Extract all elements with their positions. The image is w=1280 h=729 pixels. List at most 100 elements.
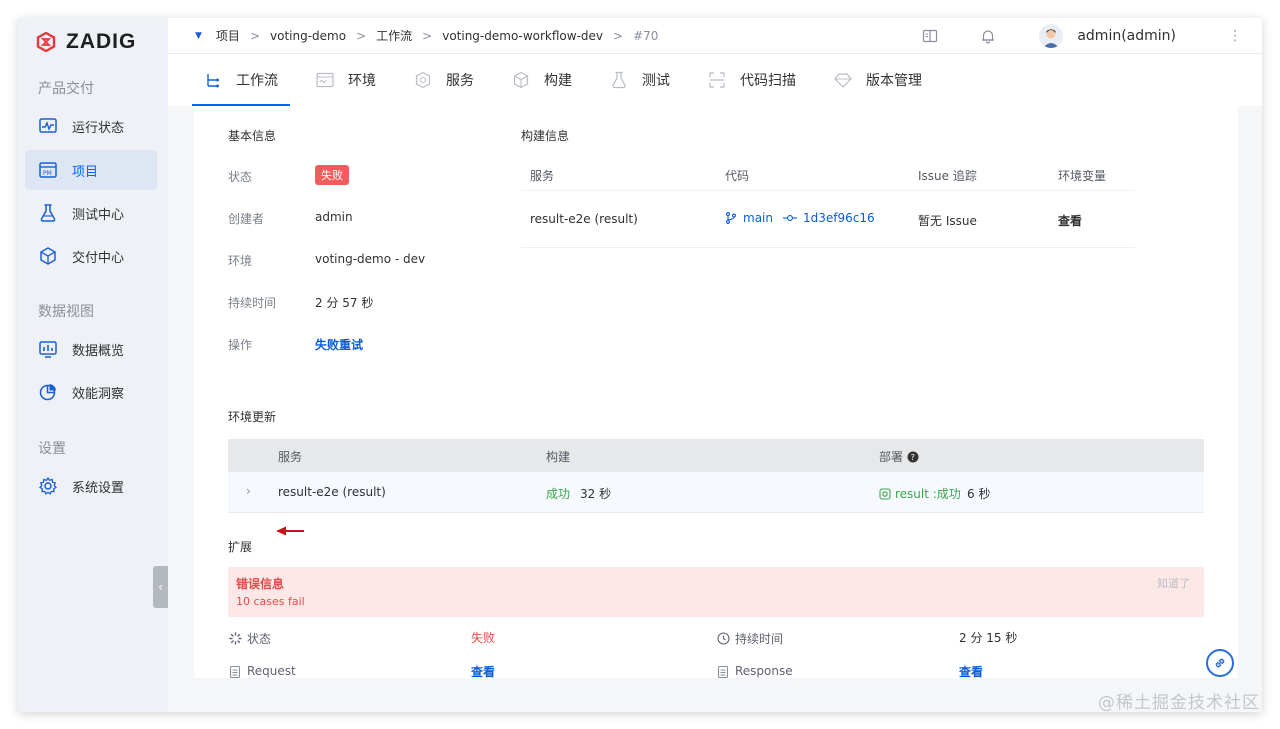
section-title-settings: 设置	[38, 441, 66, 457]
column-header-issue: Issue 追踪	[918, 169, 977, 183]
status-label: 状态	[228, 170, 253, 184]
flask-icon	[610, 71, 628, 89]
branch-link[interactable]: main	[743, 211, 773, 225]
issue-value: 暂无 Issue	[918, 214, 977, 228]
tab-label: 构建	[544, 73, 572, 89]
retry-failed-link[interactable]: 失败重试	[315, 336, 363, 353]
column-header-build: 构建	[546, 450, 571, 464]
ext-response-label: Response	[716, 664, 793, 678]
basic-info-title: 基本信息	[228, 129, 277, 143]
tab-workflow[interactable]: 工作流	[192, 54, 290, 106]
more-vertical-icon[interactable]: ⋮	[1228, 28, 1242, 44]
column-header-env-vars: 环境变量	[1058, 169, 1107, 183]
breadcrumb-item-workflow[interactable]: voting-demo-workflow-dev	[442, 29, 603, 43]
tab-code-scan[interactable]: 代码扫描	[708, 54, 796, 106]
code-ref: main 1d3ef96c16	[725, 211, 875, 225]
tab-version-management[interactable]: 版本管理	[834, 54, 922, 106]
commit-link[interactable]: 1d3ef96c16	[803, 211, 875, 225]
column-header-deploy: 部署 ?	[879, 448, 919, 465]
ext-status-value: 失败	[471, 631, 496, 645]
annotation-arrow-icon	[276, 526, 304, 536]
sidebar-item-label: 运行状态	[72, 120, 125, 136]
sidebar: ZADIG 产品交付 运行状态 PM 项目 测试中心 交付中心 数据视图 数据概…	[18, 18, 168, 712]
column-header-service: 服务	[530, 169, 555, 183]
sidebar-item-data-overview[interactable]: 数据概览	[25, 329, 157, 369]
section-title-delivery: 产品交付	[38, 81, 94, 97]
tab-test[interactable]: 测试	[610, 54, 670, 106]
diamond-icon	[834, 71, 852, 89]
environment-value: voting-demo - dev	[315, 252, 426, 266]
link-icon	[1215, 658, 1225, 668]
cube-icon	[512, 71, 530, 89]
breadcrumb-separator: >	[422, 28, 433, 43]
creator-label: 创建者	[228, 212, 265, 226]
avatar[interactable]	[1039, 24, 1064, 48]
tab-label: 服务	[446, 73, 474, 89]
sidebar-item-run-status[interactable]: 运行状态	[25, 106, 157, 146]
breadcrumb-item-project[interactable]: voting-demo	[270, 29, 346, 43]
breadcrumb-separator: >	[356, 28, 367, 43]
breadcrumb-item-projects[interactable]: 项目	[216, 27, 240, 44]
expand-row-chevron-icon[interactable]: ›	[246, 484, 251, 498]
ext-response-label-text: Response	[735, 664, 793, 678]
book-icon[interactable]	[921, 27, 939, 45]
breadcrumb-item-run: #70	[633, 28, 659, 43]
zadig-logo-icon	[36, 32, 56, 52]
env-service-name: result-e2e (result)	[278, 485, 386, 499]
view-response-link[interactable]: 查看	[959, 663, 983, 680]
tab-environment[interactable]: 环境	[316, 54, 376, 106]
ext-duration-label: 持续时间	[716, 630, 783, 647]
caret-down-icon[interactable]: ▼	[195, 31, 202, 41]
ext-duration-value: 2 分 15 秒	[959, 631, 1018, 645]
tab-label: 测试	[642, 73, 670, 89]
view-request-link[interactable]: 查看	[471, 663, 495, 680]
project-pm-icon: PM	[38, 160, 58, 180]
sidebar-item-label: 项目	[72, 164, 99, 180]
sidebar-item-projects[interactable]: PM 项目	[25, 150, 157, 190]
column-header-service: 服务	[278, 450, 303, 464]
user-name[interactable]: admin(admin)	[1077, 28, 1176, 44]
duration-label: 持续时间	[228, 296, 277, 310]
build-status: 成功	[546, 487, 571, 501]
sidebar-item-test-center[interactable]: 测试中心	[25, 193, 157, 233]
gear-icon	[38, 476, 58, 496]
tab-build[interactable]: 构建	[512, 54, 572, 106]
sidebar-collapse-handle[interactable]: ‹	[153, 566, 168, 608]
tab-bar: 工作流 环境 服务 构建 测试 代码扫描 版本管理	[168, 54, 1262, 106]
sidebar-item-label: 系统设置	[72, 480, 125, 496]
clipboard-icon	[716, 664, 730, 678]
clipboard-icon	[228, 664, 242, 678]
tab-label: 版本管理	[866, 73, 922, 89]
build-service-name: result-e2e (result)	[530, 212, 638, 226]
view-env-vars-link[interactable]: 查看	[1058, 212, 1082, 229]
environment-icon	[316, 71, 334, 89]
deploy-success-icon	[879, 487, 891, 500]
breadcrumb-item-workflows[interactable]: 工作流	[376, 27, 412, 44]
status-badge: 失败	[315, 165, 349, 185]
tab-label: 工作流	[236, 73, 278, 89]
deploy-status-text: result :成功	[895, 487, 961, 501]
bell-icon[interactable]	[979, 27, 997, 45]
ext-request-label-text: Request	[247, 664, 296, 678]
error-alert: 错误信息 10 cases fail 知道了	[228, 567, 1204, 617]
question-circle-icon[interactable]: ?	[907, 451, 919, 463]
tab-label: 代码扫描	[740, 73, 796, 89]
dismiss-button[interactable]: 知道了	[1157, 575, 1190, 591]
ext-status-label: 状态	[228, 630, 271, 647]
sidebar-item-system-settings[interactable]: 系统设置	[25, 466, 157, 506]
env-update-table-header: 服务 构建 部署 ?	[228, 439, 1204, 472]
build-duration: 32 秒	[580, 487, 612, 501]
environment-label: 环境	[228, 254, 253, 268]
sidebar-item-delivery-center[interactable]: 交付中心	[25, 236, 157, 276]
deploy-duration: 6 秒	[967, 487, 991, 501]
floating-link-button[interactable]	[1206, 649, 1234, 677]
svg-text:PM: PM	[43, 170, 52, 177]
git-branch-icon	[726, 212, 736, 224]
ext-status-label-text: 状态	[247, 632, 272, 646]
logo[interactable]: ZADIG	[36, 30, 136, 54]
error-title: 错误信息	[236, 577, 285, 591]
tab-services[interactable]: 服务	[414, 54, 474, 106]
sidebar-item-insights[interactable]: 效能洞察	[25, 372, 157, 412]
flask-icon	[38, 203, 58, 223]
dashboard-icon	[38, 339, 58, 359]
